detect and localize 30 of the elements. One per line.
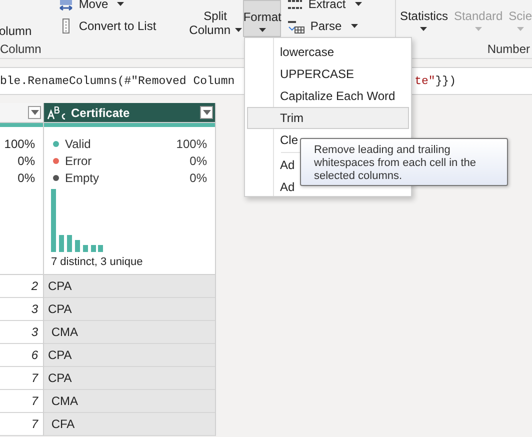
formula-text: ble.RenameColumns(#"Removed Column: [0, 74, 235, 88]
table-cell: CPA: [44, 275, 215, 298]
profile-value: 100%: [4, 136, 35, 150]
profile-label: Empty: [65, 170, 100, 184]
profile-label: Valid: [65, 136, 92, 150]
profile-value: 0%: [190, 154, 207, 168]
group-label: Column: [0, 42, 42, 56]
table-cell: CMA: [44, 390, 215, 413]
table-cell: 6: [0, 344, 43, 367]
column-name: Certificate: [71, 106, 131, 120]
table-cell: 2: [0, 275, 43, 298]
table-cell: CPA: [44, 367, 215, 390]
profile-value: 0%: [18, 154, 35, 168]
formula-text: te"}}): [414, 74, 456, 88]
table-cell: 3: [0, 298, 43, 321]
table-cell: CPA: [44, 344, 215, 367]
profile-value: 0%: [190, 170, 207, 184]
table-cell: CPA: [44, 298, 215, 321]
table-cell: 7: [0, 390, 43, 413]
table-cell: 7: [0, 367, 43, 390]
distinct-summary: 7 distinct, 3 unique: [51, 256, 143, 268]
profile-value: 0%: [18, 170, 35, 184]
profile-value: 100%: [176, 136, 207, 150]
table-cell: 7: [0, 413, 43, 436]
profile-label: Error: [65, 154, 93, 168]
group-label: Number: [487, 42, 530, 56]
tooltip: Remove leading and trailing whitespaces from each cell in the selected columns.: [300, 138, 508, 186]
table-cell: CFA: [44, 413, 215, 436]
table-cell: CMA: [44, 321, 215, 344]
table-cell: 3: [0, 321, 43, 344]
